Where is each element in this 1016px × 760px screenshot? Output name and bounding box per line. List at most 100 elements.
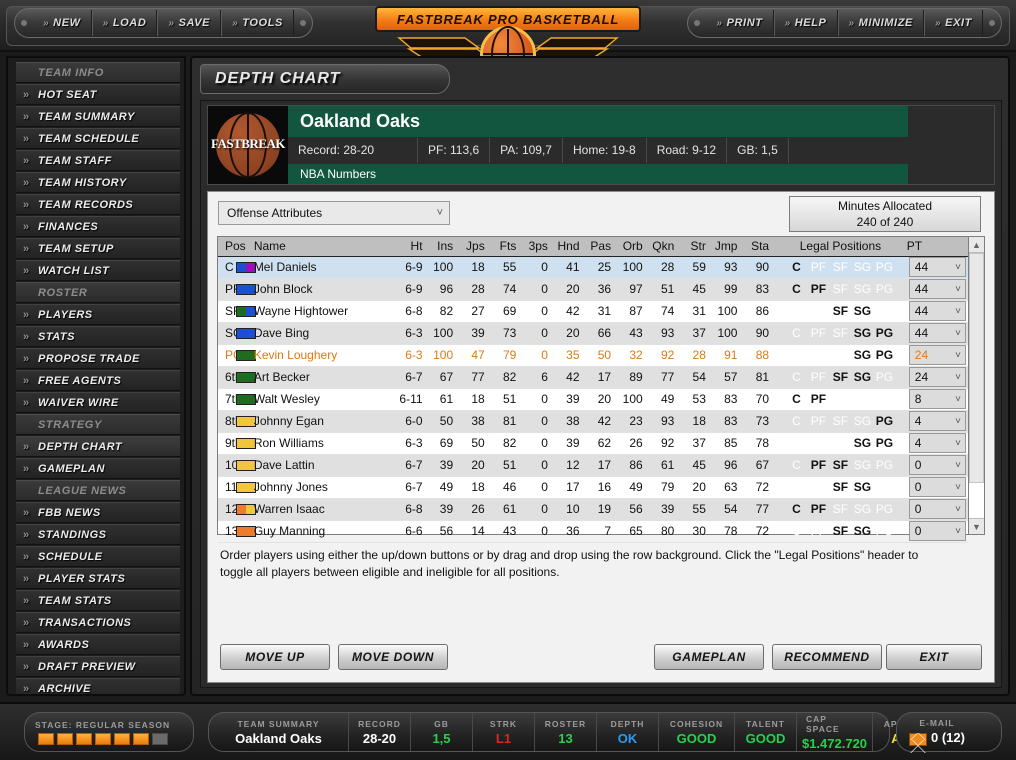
legal-position-c[interactable]: C bbox=[785, 260, 807, 274]
pt-dropdown[interactable]: 44 ˅ bbox=[908, 323, 966, 343]
pt-dropdown[interactable]: 4 ˅ bbox=[908, 433, 966, 453]
sidebar-item-awards[interactable]: AWARDS bbox=[16, 634, 180, 656]
cell-legal-positions[interactable]: C PF SF SG PG bbox=[774, 498, 907, 521]
legal-position-sg[interactable]: SG bbox=[851, 304, 873, 318]
sidebar-item-team-summary[interactable]: TEAM SUMMARY bbox=[16, 106, 180, 128]
legal-position-sf[interactable]: SF bbox=[829, 392, 851, 406]
legal-position-sg[interactable]: SG bbox=[851, 458, 873, 472]
legal-position-pg[interactable]: PG bbox=[873, 480, 895, 494]
legal-position-pg[interactable]: PG bbox=[873, 304, 895, 318]
scroll-down-button[interactable]: ▼ bbox=[969, 518, 984, 534]
toolbar-button-print[interactable]: » PRINT bbox=[706, 10, 774, 36]
legal-position-pf[interactable]: PF bbox=[807, 370, 829, 384]
pt-dropdown[interactable]: 4 ˅ bbox=[908, 411, 966, 431]
legal-position-sf[interactable]: SF bbox=[829, 348, 851, 362]
sidebar-item-draft-preview[interactable]: DRAFT PREVIEW bbox=[16, 656, 180, 678]
sidebar-item-hot-seat[interactable]: HOT SEAT bbox=[16, 84, 180, 106]
table-row[interactable]: SG Dave Bing 6-3 100 39 73 0 20 66 43 93 37 100 90 C PF… bbox=[218, 322, 968, 345]
sidebar-item-team-schedule[interactable]: TEAM SCHEDULE bbox=[16, 128, 180, 150]
sidebar-item-depth-chart[interactable]: DEPTH CHART bbox=[16, 436, 180, 458]
attribute-select[interactable]: Offense Attributes ˅ bbox=[218, 201, 450, 225]
legal-position-sf[interactable]: SF bbox=[829, 458, 851, 472]
minutes-allocated[interactable]: Minutes Allocated 240 of 240 bbox=[789, 196, 981, 232]
legal-position-c[interactable]: C bbox=[785, 392, 807, 406]
legal-position-pf[interactable]: PF bbox=[807, 348, 829, 362]
cell-legal-positions[interactable]: C PF SF SG PG bbox=[774, 520, 907, 543]
email-indicator[interactable]: E-MAIL 0 (12) bbox=[897, 713, 977, 753]
legal-position-c[interactable]: C bbox=[785, 480, 807, 494]
legal-position-pg[interactable]: PG bbox=[873, 326, 895, 340]
table-row[interactable]: PF John Block 6-9 96 28 74 0 20 36 97 51 45 99 83 C PF S… bbox=[218, 278, 968, 301]
legal-position-sf[interactable]: SF bbox=[829, 480, 851, 494]
sidebar-item-team-stats[interactable]: TEAM STATS bbox=[16, 590, 180, 612]
sidebar-item-watch-list[interactable]: WATCH LIST bbox=[16, 260, 180, 282]
legal-position-pf[interactable]: PF bbox=[807, 326, 829, 340]
cell-legal-positions[interactable]: C PF SF SG PG bbox=[774, 454, 907, 477]
scroll-thumb[interactable] bbox=[969, 253, 984, 483]
legal-position-c[interactable]: C bbox=[785, 370, 807, 384]
legal-position-pg[interactable]: PG bbox=[873, 502, 895, 516]
sidebar-item-waiver-wire[interactable]: WAIVER WIRE bbox=[16, 392, 180, 414]
sidebar-item-team-setup[interactable]: TEAM SETUP bbox=[16, 238, 180, 260]
legal-position-pf[interactable]: PF bbox=[807, 414, 829, 428]
table-scrollbar[interactable]: ▲ ▼ bbox=[968, 236, 985, 535]
pt-dropdown[interactable]: 0 ˅ bbox=[908, 521, 966, 541]
scroll-up-button[interactable]: ▲ bbox=[969, 237, 984, 253]
team-summary-section[interactable]: TEAM SUMMARY Oakland Oaks bbox=[209, 713, 349, 751]
sidebar-item-gameplan[interactable]: GAMEPLAN bbox=[16, 458, 180, 480]
legal-position-c[interactable]: C bbox=[785, 348, 807, 362]
cell-legal-positions[interactable]: C PF SF SG PG bbox=[774, 344, 907, 367]
cell-player-name[interactable]: Mel Daniels bbox=[253, 256, 393, 279]
legal-position-sf[interactable]: SF bbox=[829, 414, 851, 428]
pt-dropdown[interactable]: 44 ˅ bbox=[908, 257, 966, 277]
legal-position-c[interactable]: C bbox=[785, 524, 807, 538]
legal-position-sg[interactable]: SG bbox=[851, 502, 873, 516]
legal-position-sf[interactable]: SF bbox=[829, 436, 851, 450]
legal-position-c[interactable]: C bbox=[785, 414, 807, 428]
legal-position-sg[interactable]: SG bbox=[851, 392, 873, 406]
cell-legal-positions[interactable]: C PF SF SG PG bbox=[774, 300, 907, 323]
sidebar-item-propose-trade[interactable]: PROPOSE TRADE bbox=[16, 348, 180, 370]
legal-position-pf[interactable]: PF bbox=[807, 304, 829, 318]
move-up-button[interactable]: MOVE UP bbox=[220, 644, 330, 670]
pt-dropdown[interactable]: 8 ˅ bbox=[908, 389, 966, 409]
recommend-button[interactable]: RECOMMEND bbox=[772, 644, 882, 670]
cell-player-name[interactable]: Walt Wesley bbox=[253, 388, 393, 411]
legal-position-c[interactable]: C bbox=[785, 502, 807, 516]
legal-position-pf[interactable]: PF bbox=[807, 392, 829, 406]
legal-position-sg[interactable]: SG bbox=[851, 282, 873, 296]
legal-position-sf[interactable]: SF bbox=[829, 304, 851, 318]
sidebar-item-team-staff[interactable]: TEAM STAFF bbox=[16, 150, 180, 172]
legal-position-sg[interactable]: SG bbox=[851, 348, 873, 362]
exit-button[interactable]: EXIT bbox=[886, 644, 982, 670]
legal-position-pg[interactable]: PG bbox=[873, 260, 895, 274]
table-row[interactable]: PG Kevin Loughery 6-3 100 47 79 0 35 50 32 92 28 91 8… bbox=[218, 344, 968, 367]
legal-position-sf[interactable]: SF bbox=[829, 502, 851, 516]
pt-dropdown[interactable]: 24 ˅ bbox=[908, 345, 966, 365]
cell-player-name[interactable]: Wayne Hightower bbox=[253, 300, 393, 323]
legal-position-pg[interactable]: PG bbox=[873, 348, 895, 362]
legal-position-pg[interactable]: PG bbox=[873, 282, 895, 296]
legal-position-sg[interactable]: SG bbox=[851, 480, 873, 494]
sidebar-item-stats[interactable]: STATS bbox=[16, 326, 180, 348]
table-row[interactable]: C Mel Daniels 6-9 100 18 55 0 41 25 100 28 59 93 90 C P… bbox=[218, 256, 968, 279]
cell-player-name[interactable]: Johnny Egan bbox=[253, 410, 393, 433]
toolbar-button-tools[interactable]: » TOOLS bbox=[221, 10, 294, 36]
legal-position-c[interactable]: C bbox=[785, 458, 807, 472]
table-row[interactable]: SF Wayne Hightower 6-8 82 27 69 0 42 31 87 74 31 100… bbox=[218, 300, 968, 323]
toolbar-button-exit[interactable]: » EXIT bbox=[923, 10, 983, 36]
toolbar-button-load[interactable]: » LOAD bbox=[91, 10, 158, 36]
table-row[interactable]: 13thGuy Manning6-656144303676580307872CP… bbox=[218, 520, 968, 543]
legal-position-sf[interactable]: SF bbox=[829, 524, 851, 538]
table-row[interactable]: 10thDave Lattin6-7392051012178661459667C… bbox=[218, 454, 968, 477]
cell-legal-positions[interactable]: C PF SF SG PG bbox=[774, 322, 907, 345]
toolbar-button-help[interactable]: » HELP bbox=[773, 10, 838, 36]
email-pod[interactable]: E-MAIL 0 (12) bbox=[896, 712, 1002, 753]
sidebar-item-schedule[interactable]: SCHEDULE bbox=[16, 546, 180, 568]
sidebar-item-player-stats[interactable]: PLAYER STATS bbox=[16, 568, 180, 590]
cell-legal-positions[interactable]: C PF SF SG PG bbox=[774, 432, 907, 455]
legal-position-sg[interactable]: SG bbox=[851, 326, 873, 340]
toolbar-button-minimize[interactable]: » MINIMIZE bbox=[837, 10, 924, 36]
legal-position-pf[interactable]: PF bbox=[807, 282, 829, 296]
pt-dropdown[interactable]: 0 ˅ bbox=[908, 477, 966, 497]
